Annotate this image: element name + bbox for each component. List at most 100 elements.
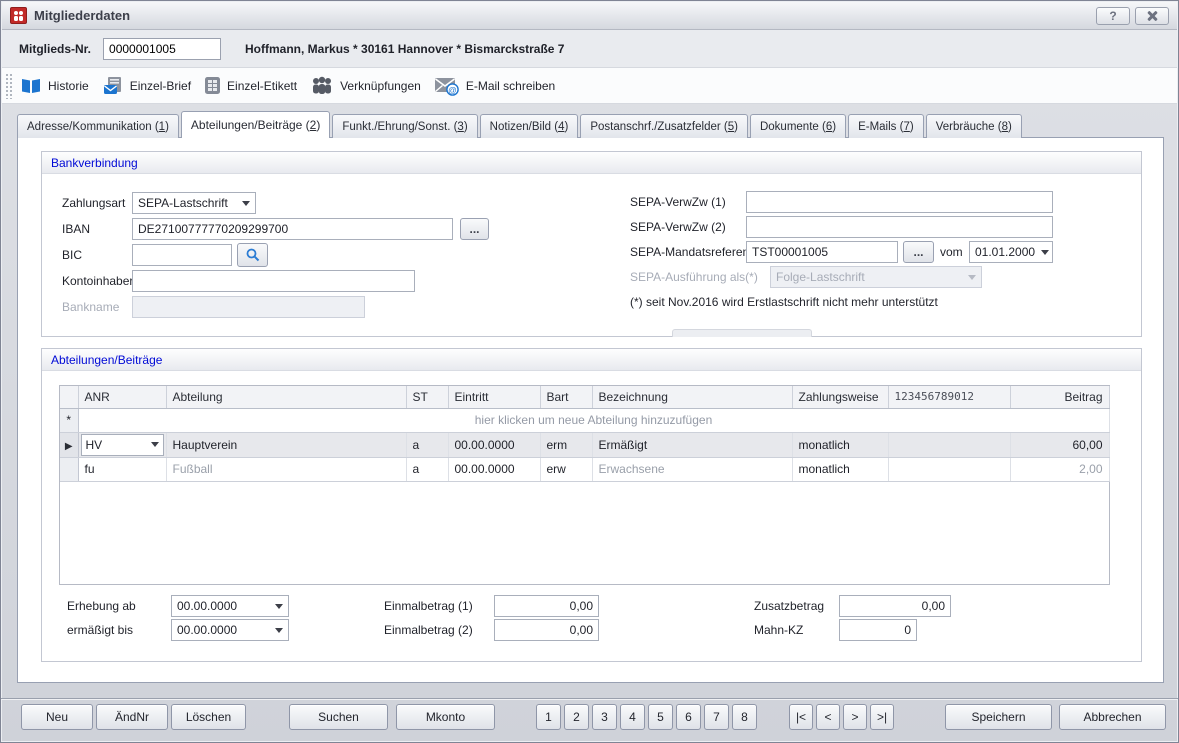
tab-strip: Adresse/Kommunikation (1) Abteilungen/Be… [17, 111, 1162, 138]
cell-beitrag[interactable]: 2,00 [1010, 457, 1109, 481]
col-monate[interactable]: 123456789012 [888, 386, 1010, 408]
cell-bezeichnung[interactable]: Ermäßigt [592, 432, 792, 457]
col-anr[interactable]: ANR [78, 386, 166, 408]
cell-monate[interactable] [888, 432, 1010, 457]
zahlungsart-select[interactable]: SEPA-Lastschrift [132, 192, 256, 214]
aendnr-button[interactable]: ÄndNr [96, 704, 168, 730]
nav-first-button[interactable]: |< [789, 704, 813, 730]
col-abteilung[interactable]: Abteilung [166, 386, 406, 408]
bic-input[interactable] [132, 244, 232, 266]
cell-bart[interactable]: erm [540, 432, 592, 457]
col-bezeichnung[interactable]: Bezeichnung [592, 386, 792, 408]
cell-eintritt[interactable]: 00.00.0000 [448, 432, 540, 457]
page-7-button[interactable]: 7 [704, 704, 729, 730]
cell-abteilung[interactable]: Hauptverein [166, 432, 406, 457]
tab-notizen-bild[interactable]: Notizen/Bild (4) [480, 114, 579, 138]
cell-abteilung[interactable]: Fußball [166, 457, 406, 481]
group-collapse-handle[interactable] [672, 329, 812, 337]
ermaessigt-bis-select[interactable]: 00.00.0000 [171, 619, 289, 641]
verknuepfungen-label: Verknüpfungen [340, 79, 421, 93]
cell-anr[interactable]: HV [78, 432, 166, 457]
page-3-button[interactable]: 3 [592, 704, 617, 730]
loeschen-button[interactable]: Löschen [171, 704, 246, 730]
new-row[interactable]: * hier klicken um neue Abteilung hinzuzu… [60, 408, 1109, 432]
suchen-button[interactable]: Suchen [289, 704, 388, 730]
table-row[interactable]: ▶ HV Hauptverein a 00.00.0000 erm Ermäßi… [60, 432, 1109, 457]
historie-label: Historie [48, 79, 89, 93]
einmalbetrag1-label: Einmalbetrag (1) [384, 595, 473, 617]
verknuepfungen-button[interactable]: Verknüpfungen [306, 71, 430, 101]
cell-bezeichnung[interactable]: Erwachsene [592, 457, 792, 481]
table-row[interactable]: fu Fußball a 00.00.0000 erw Erwachsene m… [60, 457, 1109, 481]
sepa-verwzw1-input[interactable] [746, 191, 1053, 213]
cell-eintritt[interactable]: 00.00.0000 [448, 457, 540, 481]
tab-emails[interactable]: E-Mails (7) [848, 114, 924, 138]
member-number-input[interactable] [103, 38, 221, 60]
kontoinhaber-input[interactable] [132, 270, 415, 292]
bankverbindung-group: Bankverbindung Zahlungsart SEPA-Lastschr… [41, 151, 1142, 337]
col-row-selector[interactable] [60, 386, 78, 408]
people-glyph [12, 9, 25, 22]
sepa-mandatsreferenz-input[interactable] [746, 241, 898, 263]
iban-input[interactable] [132, 218, 453, 240]
abbrechen-button[interactable]: Abbrechen [1059, 704, 1166, 730]
col-st[interactable]: ST [406, 386, 448, 408]
historie-button[interactable]: Historie [16, 71, 98, 101]
neu-button[interactable]: Neu [21, 704, 93, 730]
page-5-button[interactable]: 5 [648, 704, 673, 730]
sepa-verwzw2-input[interactable] [746, 216, 1053, 238]
page-8-button[interactable]: 8 [732, 704, 757, 730]
cell-st[interactable]: a [406, 457, 448, 481]
erhebung-ab-select[interactable]: 00.00.0000 [171, 595, 289, 617]
row-selector[interactable] [60, 457, 78, 481]
tab-dokumente[interactable]: Dokumente (6) [750, 114, 846, 138]
bic-search-button[interactable] [237, 243, 268, 267]
page-1-button[interactable]: 1 [536, 704, 561, 730]
zusatzbetrag-input[interactable] [839, 595, 951, 617]
bankverbindung-title: Bankverbindung [51, 156, 138, 170]
page-6-button[interactable]: 6 [676, 704, 701, 730]
toolbar-grip[interactable] [5, 73, 12, 99]
col-bart[interactable]: Bart [540, 386, 592, 408]
cell-bart[interactable]: erw [540, 457, 592, 481]
anr-select[interactable]: HV [81, 434, 164, 456]
cell-st[interactable]: a [406, 432, 448, 457]
page-2-button[interactable]: 2 [564, 704, 589, 730]
col-zahlungsweise[interactable]: Zahlungsweise [792, 386, 888, 408]
tab-funkt-ehrung-sonst[interactable]: Funkt./Ehrung/Sonst. (3) [332, 114, 477, 138]
mahn-kz-input[interactable] [839, 619, 917, 641]
col-eintritt[interactable]: Eintritt [448, 386, 540, 408]
new-row-hint[interactable]: hier klicken um neue Abteilung hinzuzufü… [78, 408, 1109, 432]
cell-monate[interactable] [888, 457, 1010, 481]
member-summary: Hoffmann, Markus * 30161 Hannover * Bism… [245, 42, 564, 56]
mkonto-button[interactable]: Mkonto [396, 704, 495, 730]
close-button[interactable] [1135, 7, 1169, 25]
member-header: Mitglieds-Nr. Hoffmann, Markus * 30161 H… [2, 30, 1177, 67]
speichern-button[interactable]: Speichern [945, 704, 1052, 730]
einmalbetrag2-input[interactable] [494, 619, 599, 641]
nav-last-button[interactable]: >| [870, 704, 894, 730]
cell-zahlungsweise[interactable]: monatlich [792, 457, 888, 481]
tab-verbraeuche[interactable]: Verbräuche (8) [926, 114, 1022, 138]
tab-adresse-kommunikation[interactable]: Adresse/Kommunikation (1) [17, 114, 179, 138]
mandat-more-button[interactable]: ... [903, 241, 934, 263]
email-schreiben-button[interactable]: @ E-Mail schreiben [430, 71, 564, 101]
tab-abteilungen-beitraege[interactable]: Abteilungen/Beiträge (2) [181, 111, 330, 138]
page-4-button[interactable]: 4 [620, 704, 645, 730]
mandat-vom-date-select[interactable]: 01.01.2000 [969, 241, 1053, 263]
nav-prev-button[interactable]: < [816, 704, 840, 730]
einzel-etikett-button[interactable]: Einzel-Etikett [200, 71, 306, 101]
nav-next-button[interactable]: > [843, 704, 867, 730]
col-beitrag[interactable]: Beitrag [1010, 386, 1109, 408]
cell-beitrag[interactable]: 60,00 [1010, 432, 1109, 457]
help-button[interactable]: ? [1096, 7, 1130, 25]
iban-more-button[interactable]: ... [460, 218, 489, 240]
zusatzbetrag-label: Zusatzbetrag [754, 595, 824, 617]
einzel-brief-button[interactable]: Einzel-Brief [98, 71, 200, 101]
einmalbetrag1-input[interactable] [494, 595, 599, 617]
chevron-down-icon [151, 442, 159, 447]
tab-postanschrf-zusatzfelder[interactable]: Postanschrf./Zusatzfelder (5) [580, 114, 748, 138]
cell-zahlungsweise[interactable]: monatlich [792, 432, 888, 457]
cell-anr[interactable]: fu [78, 457, 166, 481]
kontoinhaber-label: Kontoinhaber [62, 270, 133, 292]
